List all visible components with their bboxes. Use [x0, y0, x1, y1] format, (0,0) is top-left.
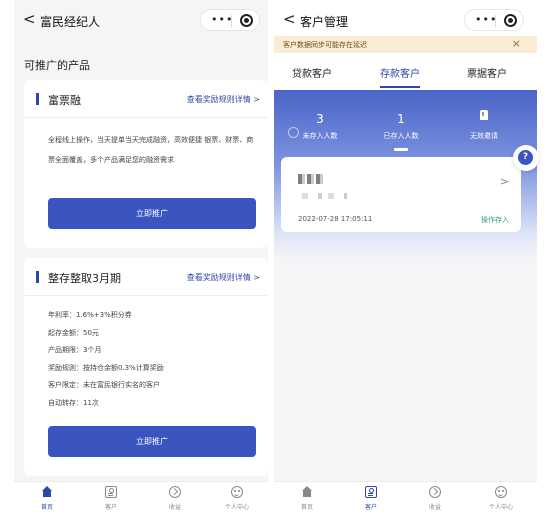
customer-card-icon: [365, 486, 377, 498]
tab-label: 客户: [104, 504, 117, 511]
stat-value: 1: [397, 112, 405, 126]
nav-bar: < 富民经纪人 •••: [14, 0, 268, 40]
masked-customer-info: [302, 193, 347, 199]
bottom-tab-bar: 首页 客户 收益 个人中心: [14, 481, 268, 521]
card-header: 富票融 查看奖励规则详情 >: [24, 80, 268, 118]
product-details: 年利率：1.6%+3%积分券 起存金额：50元 产品期限：3个月 奖励规则：按持…: [48, 307, 164, 413]
title-accent-bar: [36, 93, 39, 105]
detail-auto-renew: 自动转存：11次: [48, 398, 99, 407]
detail-reward-rule: 奖励规则：按持仓余额0.3%计算奖励: [48, 363, 164, 372]
notice-close-icon[interactable]: ×: [512, 37, 521, 50]
tab-profile[interactable]: 个人中心: [222, 486, 252, 511]
mini-program-capsule[interactable]: •••: [200, 9, 260, 31]
back-arrow-icon[interactable]: <: [23, 12, 36, 27]
tab-profile[interactable]: 个人中心: [486, 486, 516, 511]
customer-management-screen: < 客户管理 ••• 客户数据同步可能存在延迟 × 贷款客户 存款客户 票据客户…: [274, 0, 539, 521]
tab-label: 首页: [40, 504, 53, 511]
notice-text: 客户数据同步可能存在延迟: [283, 41, 367, 49]
tab-home[interactable]: 首页: [292, 486, 322, 511]
stat-label: 已存入人数: [383, 132, 419, 140]
customer-record-card[interactable]: > 2022-07-28 17:05:11 操作存入: [281, 157, 521, 232]
home-icon: [41, 486, 53, 498]
tab-customers[interactable]: 客户: [356, 486, 386, 511]
nav-bar: < 客户管理 •••: [274, 0, 537, 40]
customer-card-icon: [105, 486, 117, 498]
tab-loan-customers[interactable]: 贷款客户: [292, 65, 332, 80]
help-button[interactable]: ?: [513, 145, 539, 171]
close-target-icon[interactable]: [240, 14, 253, 27]
tab-label: 收益: [428, 504, 441, 511]
screenshot-stage: < 富民经纪人 ••• 可推广的产品 富票融 查看奖励规则详情 > 全程线上操作…: [0, 0, 550, 521]
chevron-right-icon[interactable]: >: [500, 175, 509, 188]
deposit-action-link[interactable]: 操作存入: [481, 215, 509, 225]
active-stat-indicator: [394, 148, 408, 151]
home-icon: [301, 486, 313, 498]
tab-home[interactable]: 首页: [32, 486, 62, 511]
profile-face-icon: [495, 486, 507, 498]
reward-rules-link[interactable]: 查看奖励规则详情 >: [187, 272, 260, 283]
question-mark-icon: ?: [518, 150, 533, 165]
detail-customer-limit: 客户限定：未在富民银行实名的客户: [48, 381, 160, 390]
tab-label: 收益: [168, 504, 181, 511]
promote-button[interactable]: 立即推广: [48, 198, 256, 229]
customer-type-tabs: 贷款客户 存款客户 票据客户: [274, 53, 537, 90]
tab-label: 个人中心: [224, 504, 249, 511]
back-arrow-icon[interactable]: <: [283, 12, 296, 27]
active-tab-underline: [380, 86, 420, 88]
stat-deposited[interactable]: 1 已存入人数: [366, 112, 436, 141]
sync-delay-notice: 客户数据同步可能存在延迟 ×: [274, 36, 537, 53]
capsule-divider: [231, 15, 232, 27]
capsule-divider: [495, 15, 496, 27]
profile-face-icon: [231, 486, 243, 498]
product-card-fupiaorong: 富票融 查看奖励规则详情 > 全程线上操作，当天提单当天完成融资，高效便捷 银票…: [24, 80, 268, 248]
circle-outline-icon: [288, 127, 299, 138]
reward-rules-link[interactable]: 查看奖励规则详情 >: [187, 94, 260, 105]
invite-document-icon: [480, 110, 488, 120]
product-card-fixed-deposit: 整存整取3月期 查看奖励规则详情 > 年利率：1.6%+3%积分券 起存金额：5…: [24, 258, 268, 476]
record-timestamp: 2022-07-28 17:05:11: [298, 215, 373, 223]
earnings-icon: [429, 486, 441, 498]
nav-title: 客户管理: [300, 15, 349, 29]
tab-label: 客户: [364, 504, 377, 511]
broker-home-screen: < 富民经纪人 ••• 可推广的产品 富票融 查看奖励规则详情 > 全程线上操作…: [14, 0, 268, 521]
title-accent-bar: [36, 271, 39, 283]
detail-term: 产品期限：3个月: [48, 346, 102, 355]
tab-label: 首页: [300, 504, 313, 511]
tab-deposit-customers[interactable]: 存款客户: [380, 65, 420, 80]
tab-earnings[interactable]: 收益: [160, 486, 190, 511]
detail-rate: 年利率：1.6%+3%积分券: [48, 311, 132, 319]
promote-button[interactable]: 立即推广: [48, 426, 256, 457]
tab-customers[interactable]: 客户: [96, 486, 126, 511]
detail-min-amount: 起存金额：50元: [48, 328, 99, 337]
product-name: 整存整取3月期: [48, 272, 121, 285]
tab-earnings[interactable]: 收益: [420, 486, 450, 511]
masked-customer-name: [298, 174, 324, 184]
stat-value: 3: [316, 112, 324, 126]
stat-label: 无效邀请: [470, 132, 498, 140]
section-title: 可推广的产品: [24, 59, 90, 72]
nav-title: 富民经纪人: [40, 15, 101, 29]
close-target-icon[interactable]: [504, 14, 517, 27]
card-header: 整存整取3月期 查看奖励规则详情 >: [24, 258, 268, 296]
earnings-icon: [169, 486, 181, 498]
bottom-tab-bar: 首页 客户 收益 个人中心: [274, 481, 537, 521]
mini-program-capsule[interactable]: •••: [464, 9, 524, 31]
tab-bill-customers[interactable]: 票据客户: [467, 65, 507, 80]
product-description: 全程线上操作，当天提单当天完成融资，高效便捷 银票、财票、商票全面覆盖，多个产品…: [48, 136, 254, 164]
product-name: 富票融: [48, 94, 81, 107]
tab-label: 个人中心: [488, 504, 513, 511]
